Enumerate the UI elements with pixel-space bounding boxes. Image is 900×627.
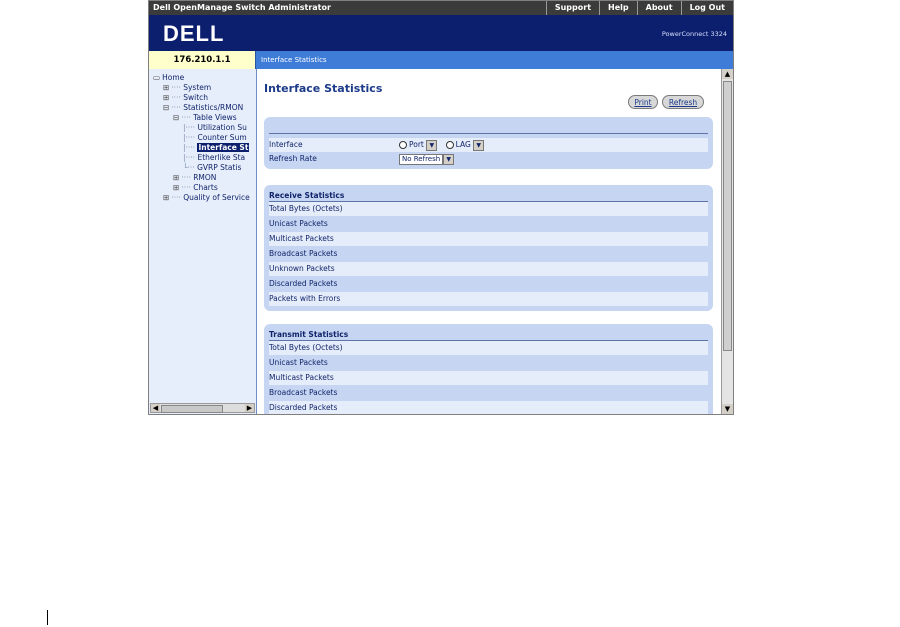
interface-label: Interface <box>269 140 303 149</box>
page-title: Interface Statistics <box>264 82 383 95</box>
scroll-thumb[interactable] <box>161 405 223 413</box>
tree-item-system[interactable]: ⊞ ···· System <box>163 83 211 92</box>
expand-icon[interactable]: ⊞ <box>163 193 169 202</box>
table-row: Discarded Packets <box>269 279 338 288</box>
browser-frame: Dell OpenManage Switch Administrator Sup… <box>148 0 734 415</box>
tree-item-charts[interactable]: ⊞ ···· Charts <box>173 183 218 192</box>
lag-radio[interactable] <box>445 141 454 149</box>
table-row: Broadcast Packets <box>269 249 338 258</box>
refresh-rate-row: Refresh Rate No Refresh ▼ <box>269 152 708 166</box>
support-link[interactable]: Support <box>545 1 599 15</box>
divider <box>269 133 708 134</box>
sidebar-horizontal-scrollbar[interactable]: ◀ ▶ <box>150 403 255 413</box>
lag-label: LAG <box>455 140 471 149</box>
print-button[interactable]: Print <box>628 95 658 109</box>
tree-item-gvrp-statistics[interactable]: └··· GVRP Statis <box>183 163 241 172</box>
scroll-down-icon[interactable]: ▼ <box>722 404 733 414</box>
port-radio[interactable] <box>399 141 407 149</box>
margin-rule <box>47 610 48 625</box>
app-title: Dell OpenManage Switch Administrator <box>153 3 331 12</box>
lag-select[interactable]: ▼ <box>473 139 485 151</box>
folder-icon: ▭ <box>153 73 161 82</box>
tree-item-table-views[interactable]: ⊟ ···· Table Views <box>173 113 237 122</box>
collapse-icon[interactable]: ⊟ <box>163 103 169 112</box>
settings-panel: Interface Port ▼ LAG ▼ Refresh Rate No R… <box>264 117 713 169</box>
table-row: Unknown Packets <box>269 262 708 276</box>
expand-icon[interactable]: ⊞ <box>163 83 169 92</box>
expand-icon[interactable]: ⊞ <box>173 173 179 182</box>
expand-icon[interactable]: ⊞ <box>173 183 179 192</box>
table-row: Unicast Packets <box>269 219 328 228</box>
receive-statistics-panel: Receive Statistics Total Bytes (Octets) … <box>264 185 713 311</box>
table-row: Multicast Packets <box>269 232 708 246</box>
tree-item-utilization-summary[interactable]: |···· Utilization Su <box>183 123 247 132</box>
interface-row: Interface Port ▼ LAG ▼ <box>269 138 708 152</box>
table-row: Multicast Packets <box>269 371 708 385</box>
top-links: Support Help About Log Out <box>545 1 733 15</box>
logout-link[interactable]: Log Out <box>680 1 733 15</box>
navigation-tree: ▭ Home ⊞ ···· System ⊞ ···· Switch ⊟ ···· St… <box>149 69 257 414</box>
chevron-down-icon[interactable]: ▼ <box>443 153 455 165</box>
tree-item-quality-of-service[interactable]: ⊞ ···· Quality of Service <box>163 193 250 202</box>
tree-item-statistics-rmon[interactable]: ⊟ ···· Statistics/RMON <box>163 103 243 112</box>
scroll-right-icon[interactable]: ▶ <box>245 404 254 412</box>
scroll-left-icon[interactable]: ◀ <box>151 404 160 412</box>
table-row: Total Bytes (Octets) <box>269 341 708 355</box>
port-label: Port <box>409 140 424 149</box>
product-name: PowerConnect 3324 <box>661 30 727 38</box>
table-row: Unicast Packets <box>269 358 328 367</box>
tree-item-etherlike-statistics[interactable]: |···· Etherlike Sta <box>183 153 245 162</box>
breadcrumb: Interface Statistics <box>261 56 327 64</box>
tree-item-interface-statistics[interactable]: |···· Interface St <box>183 143 250 152</box>
dell-logo: DELL <box>163 21 225 46</box>
about-link[interactable]: About <box>636 1 681 15</box>
address-bar: 176.210.1.1 Interface Statistics <box>149 51 733 69</box>
transmit-heading: Transmit Statistics <box>269 330 349 339</box>
table-row: Packets with Errors <box>269 292 708 306</box>
scroll-thumb[interactable] <box>723 81 732 351</box>
table-row: Total Bytes (Octets) <box>269 202 708 216</box>
help-link[interactable]: Help <box>599 1 637 15</box>
top-bar: Dell OpenManage Switch Administrator Sup… <box>149 1 733 15</box>
transmit-statistics-panel: Transmit Statistics Total Bytes (Octets)… <box>264 324 713 414</box>
receive-heading: Receive Statistics <box>269 191 345 200</box>
port-select[interactable]: ▼ <box>426 139 438 151</box>
content-vertical-scrollbar[interactable]: ▲ ▼ <box>721 69 733 414</box>
refresh-rate-label: Refresh Rate <box>269 154 317 163</box>
header-banner: DELL PowerConnect 3324 <box>149 15 733 51</box>
tree-item-home[interactable]: ▭ Home <box>153 73 184 82</box>
collapse-icon[interactable]: ⊟ <box>173 113 179 122</box>
table-row: Broadcast Packets <box>269 388 338 397</box>
expand-icon[interactable]: ⊞ <box>163 93 169 102</box>
table-row: Discarded Packets <box>269 401 708 414</box>
tree-item-rmon[interactable]: ⊞ ···· RMON <box>173 173 216 182</box>
tree-item-counter-summary[interactable]: |···· Counter Sum <box>183 133 247 142</box>
refresh-button[interactable]: Refresh <box>662 95 704 109</box>
device-ip: 176.210.1.1 <box>149 51 256 69</box>
main-content: Interface Statistics Print Refresh Inter… <box>257 69 721 414</box>
tree-item-switch[interactable]: ⊞ ···· Switch <box>163 93 208 102</box>
refresh-rate-select[interactable]: No Refresh <box>399 153 444 165</box>
scroll-up-icon[interactable]: ▲ <box>722 69 733 79</box>
